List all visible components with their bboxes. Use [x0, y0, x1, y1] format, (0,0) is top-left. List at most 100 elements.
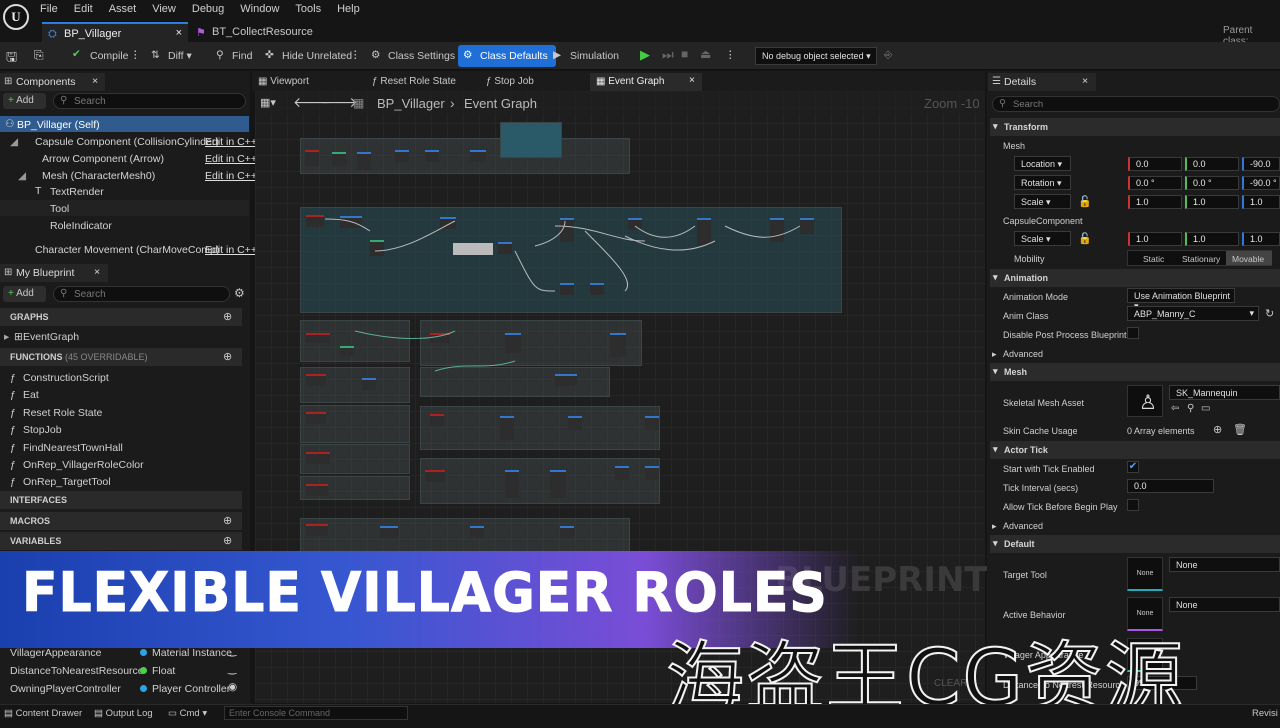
expand-icon[interactable]: ◢ [10, 136, 18, 148]
function-onrep-targettool[interactable]: OnRep_TargetTool [23, 476, 111, 488]
capsule-scale-y[interactable]: 1.0 [1185, 232, 1239, 246]
play-icon[interactable]: ▶ [640, 47, 650, 63]
reset-icon[interactable]: ↻ [1265, 307, 1274, 320]
menu-file[interactable]: File [40, 3, 58, 15]
advanced-toggle[interactable]: Advanced [1003, 521, 1043, 531]
scale-x[interactable]: 1.0 [1128, 195, 1182, 209]
variable-type-material[interactable]: Material Instance [140, 647, 232, 659]
component-tool[interactable]: Tool [50, 203, 69, 215]
expand-icon[interactable]: ▸ [992, 521, 997, 532]
animation-mode-select[interactable]: Use Animation Blueprint ▾ [1127, 288, 1235, 311]
diff-button[interactable]: ⇅ Diff ▾ [146, 45, 200, 67]
save-icon[interactable]: 🖫 [6, 48, 17, 70]
components-search-input[interactable]: ⚲ Search [53, 93, 246, 109]
location-z[interactable]: -90.0 [1242, 157, 1280, 171]
tab-reset-role-state[interactable]: ƒ Reset Role State [372, 76, 456, 87]
capsule-scale-select[interactable]: Scale ▾ [1014, 231, 1071, 246]
add-function-icon[interactable]: ⊕ [223, 350, 232, 363]
variable-distancetonearestresource[interactable]: DistanceToNearestResource [10, 665, 144, 677]
location-x[interactable]: 0.0 [1128, 157, 1182, 171]
graph-item-eventgraph[interactable]: EventGraph [23, 331, 79, 343]
expand-icon[interactable]: ▸ [992, 349, 997, 360]
close-icon[interactable]: × [1082, 75, 1088, 87]
variables-category[interactable]: VARIABLES [0, 532, 242, 550]
menu-debug[interactable]: Debug [192, 3, 224, 15]
active-behavior-select[interactable]: None [1169, 597, 1280, 612]
find-button[interactable]: ⚲ Find [210, 45, 260, 67]
gear-icon[interactable]: ⚙ [234, 286, 245, 300]
target-tool-select[interactable]: None [1169, 557, 1280, 572]
scale-z[interactable]: 1.0 [1242, 195, 1280, 209]
class-settings-button[interactable]: ⚙ Class Settings [366, 45, 463, 67]
kebab-icon[interactable]: ⋮ [130, 49, 141, 61]
function-findnearesttownhall[interactable]: FindNearestTownHall [23, 442, 123, 454]
menu-window[interactable]: Window [240, 3, 279, 15]
menu-asset[interactable]: Asset [109, 3, 137, 15]
variable-type-playercontroller[interactable]: Player Controller [140, 683, 230, 695]
menu-view[interactable]: View [152, 3, 176, 15]
compile-button[interactable]: ✔ Compile [68, 45, 137, 67]
tab-event-graph[interactable]: ▦ Event Graph × [590, 73, 702, 91]
revision-control[interactable]: Revisi [1252, 708, 1278, 719]
use-selected-icon[interactable]: ⇦ [1171, 403, 1179, 414]
details-search-input[interactable]: ⚲ Search [992, 96, 1280, 112]
component-charmove[interactable]: Character Movement (CharMoveComp) [35, 244, 219, 256]
tick-interval-input[interactable]: 0.0 [1127, 479, 1214, 493]
class-defaults-button[interactable]: ⚙ Class Defaults [458, 45, 556, 67]
section-animation[interactable]: ▾ Animation [990, 269, 1280, 287]
hide-unrelated-button[interactable]: ✜ Hide Unrelated [260, 45, 360, 67]
scale-mode-select[interactable]: Scale ▾ [1014, 194, 1071, 209]
allow-tick-checkbox[interactable] [1127, 499, 1139, 511]
add-element-icon[interactable]: ⊕ [1213, 423, 1222, 436]
variable-villagerappearance[interactable]: VillagerAppearance [10, 647, 101, 659]
function-onrep-villagerrolecolor[interactable]: OnRep_VillagerRoleColor [23, 459, 144, 471]
component-arrow[interactable]: Arrow Component (Arrow) [42, 153, 164, 165]
expand-icon[interactable]: ◢ [18, 170, 26, 182]
close-icon[interactable]: × [689, 75, 695, 86]
function-eat[interactable]: Eat [23, 389, 39, 401]
rotation-x[interactable]: 0.0 ° [1128, 176, 1182, 190]
component-textrender[interactable]: TextRender [50, 186, 104, 198]
add-member-button[interactable]: + Add [3, 286, 46, 302]
tab-bp-villager[interactable]: ⛭ BP_Villager × [42, 22, 188, 42]
mobility-stationary[interactable]: Stationary [1182, 254, 1220, 264]
tab-bt-collectresource[interactable]: ⚑ BT_CollectResource [190, 22, 340, 42]
capsule-subsection[interactable]: CapsuleComponent [1003, 216, 1083, 226]
eject-icon[interactable]: ⏏ [700, 47, 711, 61]
browse-icon[interactable]: ⎘ [34, 48, 44, 63]
tab-viewport[interactable]: ▦ Viewport [258, 76, 309, 87]
lock-icon[interactable]: 🔓 [1078, 232, 1092, 245]
close-icon[interactable]: × [176, 27, 182, 39]
cmd-button[interactable]: ▭ Cmd ▾ [168, 708, 207, 719]
mannequin-thumbnail[interactable]: ♙ [1127, 385, 1163, 417]
menu-help[interactable]: Help [337, 3, 360, 15]
menu-tools[interactable]: Tools [295, 3, 321, 15]
location-mode-select[interactable]: Location ▾ [1014, 156, 1071, 171]
kebab-icon[interactable]: ⋮ [725, 49, 736, 61]
component-roleindicator[interactable]: RoleIndicator [50, 220, 112, 232]
unreal-logo-icon[interactable]: U [3, 4, 29, 30]
section-mesh[interactable]: ▾ Mesh [990, 363, 1280, 381]
tab-stop-job[interactable]: ƒ Stop Job [486, 76, 534, 87]
function-constructionscript[interactable]: ConstructionScript [23, 372, 109, 384]
section-transform[interactable]: ▾ Transform [990, 118, 1280, 136]
section-actor-tick[interactable]: ▾ Actor Tick [990, 441, 1280, 459]
kebab-icon[interactable]: ⋮ [350, 49, 361, 61]
variable-type-float[interactable]: Float [140, 665, 175, 677]
close-icon[interactable]: × [92, 75, 98, 87]
capsule-scale-z[interactable]: 1.0 [1242, 232, 1280, 246]
add-graph-icon[interactable]: ⊕ [223, 310, 232, 323]
skeletal-mesh-select[interactable]: SK_Mannequin [1169, 385, 1280, 400]
start-tick-checkbox[interactable]: ✔ [1127, 461, 1139, 473]
target-tool-thumbnail[interactable]: None [1127, 557, 1163, 591]
function-resetrolestate[interactable]: Reset Role State [23, 407, 102, 419]
anim-class-select[interactable]: ABP_Manny_C ▾ [1127, 306, 1259, 321]
stop-icon[interactable]: ■ [681, 47, 688, 61]
visibility-icon[interactable]: ‿ [228, 663, 236, 675]
mesh-subsection[interactable]: Mesh [1003, 141, 1025, 151]
rotation-z[interactable]: -90.0 ° [1242, 176, 1280, 190]
function-stopjob[interactable]: StopJob [23, 424, 62, 436]
trash-icon[interactable]: 🗑 [1233, 423, 1247, 436]
section-default[interactable]: ▾ Default [990, 535, 1280, 553]
location-y[interactable]: 0.0 [1185, 157, 1239, 171]
